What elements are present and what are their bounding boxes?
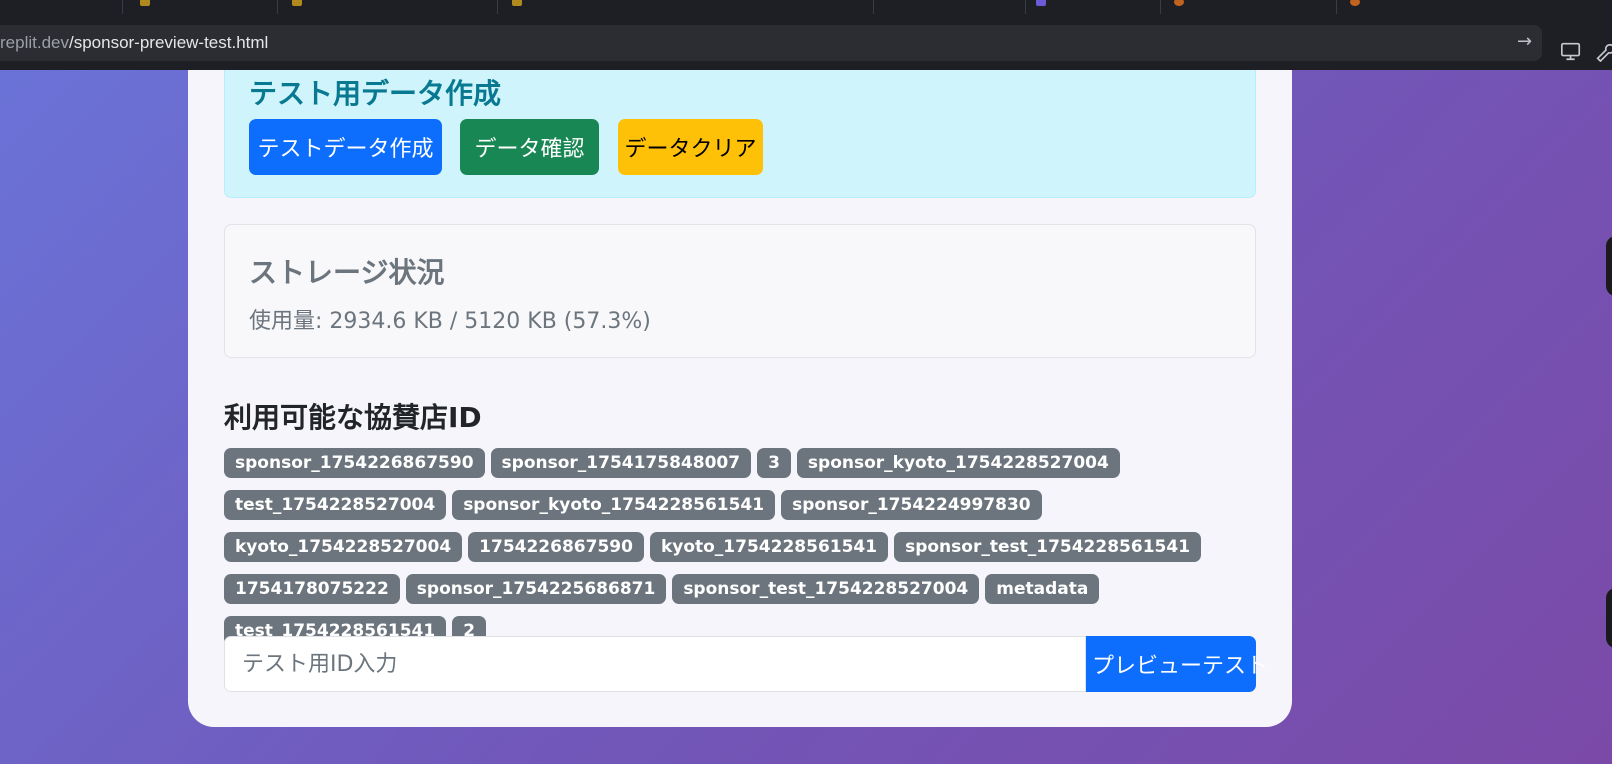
url-field[interactable]: replit.dev/sponsor-preview-test.html → [0,25,1542,61]
sponsor-id-badge[interactable]: sponsor_1754225686871 [405,574,667,604]
tab-separator [277,0,278,14]
tab-separator [1336,0,1337,14]
test-id-input[interactable] [224,636,1086,692]
sponsor-id-badge[interactable]: sponsor_test_1754228561541 [894,532,1202,562]
url-text[interactable]: replit.dev/sponsor-preview-test.html [0,33,268,53]
wrench-icon[interactable] [1594,40,1612,62]
address-bar: replit.dev/sponsor-preview-test.html → [0,16,1612,70]
sponsor-id-badge[interactable]: sponsor_kyoto_1754228561541 [452,490,776,520]
sponsor-id-badge[interactable]: sponsor_1754175848007 [490,448,752,478]
clear-data-button[interactable]: データクリア [618,119,763,175]
tab-separator [497,0,498,14]
tab-separator [1160,0,1161,14]
sponsor-id-badge[interactable]: metadata [985,574,1100,604]
tab-separator [1025,0,1026,14]
tab-favicon[interactable] [512,0,522,6]
floating-widget[interactable] [1606,588,1612,648]
storage-panel: ストレージ状況 使用量: 2934.6 KB / 5120 KB (57.3%) [224,224,1256,358]
preview-input-group: プレビューテスト [224,636,1268,692]
create-test-data-button[interactable]: テストデータ作成 [249,119,442,175]
sponsor-id-badge[interactable]: sponsor_1754224997830 [781,490,1042,520]
test-data-title: テスト用データ作成 [249,77,502,110]
test-data-panel: テスト用データ作成 テストデータ作成 データ確認 データクリア [224,70,1256,198]
storage-usage-text: 使用量: 2934.6 KB / 5120 KB (57.3%) [249,309,651,334]
storage-title: ストレージ状況 [249,256,445,289]
tab-separator [873,0,874,14]
sponsor-id-badge[interactable]: 1754178075222 [224,574,400,604]
url-host: replit.dev [0,33,69,52]
sponsor-id-badge[interactable]: 3 [757,448,791,478]
sponsor-id-list: sponsor_1754226867590 sponsor_17541758480… [224,448,1264,646]
sponsor-id-badge[interactable]: test_1754228527004 [224,490,447,520]
sponsor-id-badge[interactable]: sponsor_kyoto_1754228527004 [796,448,1120,478]
tab-favicon[interactable] [1350,0,1360,6]
sponsor-id-badge[interactable]: kyoto_1754228527004 [224,532,463,562]
sponsor-id-badge[interactable]: sponsor_1754226867590 [224,448,485,478]
tab-favicon[interactable] [1174,0,1184,6]
sponsor-ids-title: 利用可能な協賛店ID [224,401,482,434]
browser-tab-strip [0,0,1612,17]
check-data-button[interactable]: データ確認 [460,119,599,175]
sponsor-id-badge[interactable]: 1754226867590 [468,532,644,562]
tab-separator [122,0,123,14]
tab-favicon[interactable] [1036,0,1046,6]
arrow-right-icon[interactable]: → [1517,31,1532,52]
preview-test-button[interactable]: プレビューテスト [1086,636,1268,692]
tab-favicon[interactable] [292,0,302,6]
tab-favicon[interactable] [140,0,150,6]
sponsor-id-badge[interactable]: sponsor_test_1754228527004 [672,574,980,604]
main-card: テスト用データ作成 テストデータ作成 データ確認 データクリア ストレージ状況 … [188,70,1292,727]
cast-icon[interactable] [1560,40,1582,62]
url-path: /sponsor-preview-test.html [68,33,269,52]
floating-widget[interactable] [1606,236,1612,296]
sponsor-id-badge[interactable]: kyoto_1754228561541 [649,532,889,562]
